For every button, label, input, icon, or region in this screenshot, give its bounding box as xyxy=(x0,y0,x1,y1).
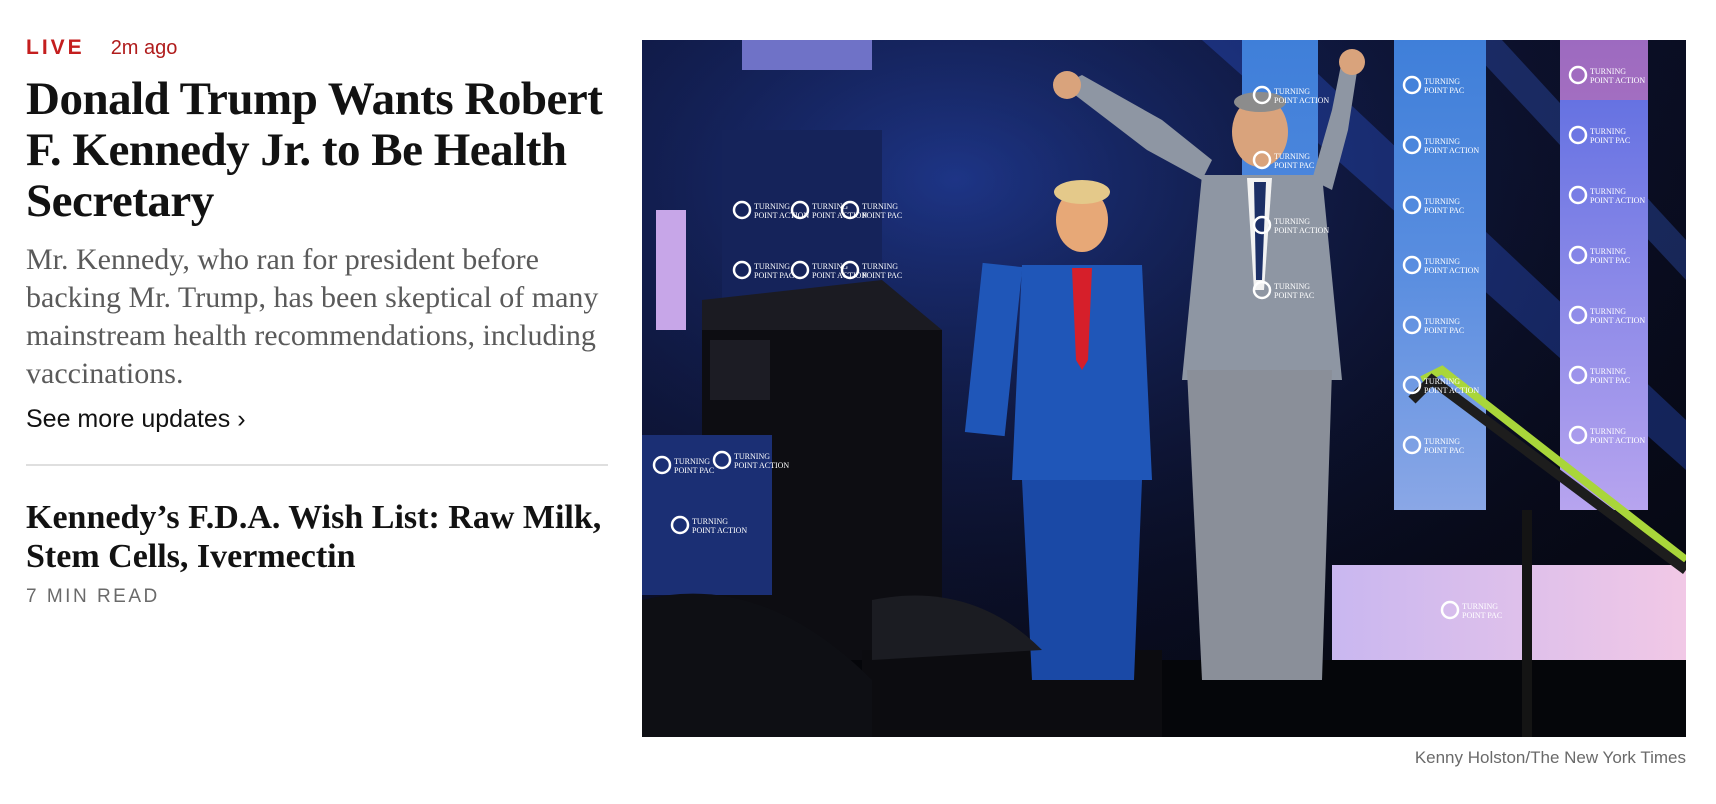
svg-text:POINT ACTION: POINT ACTION xyxy=(1590,316,1645,325)
svg-text:POINT PAC: POINT PAC xyxy=(1424,206,1464,215)
svg-text:TURNING: TURNING xyxy=(1590,427,1626,436)
svg-text:POINT PAC: POINT PAC xyxy=(862,211,902,220)
svg-text:TURNING: TURNING xyxy=(1274,152,1310,161)
svg-text:TURNING: TURNING xyxy=(1424,137,1460,146)
svg-text:TURNING: TURNING xyxy=(674,457,710,466)
svg-text:TURNING: TURNING xyxy=(1590,247,1626,256)
svg-text:POINT ACTION: POINT ACTION xyxy=(692,526,747,535)
svg-text:TURNING: TURNING xyxy=(754,202,790,211)
svg-text:TURNING: TURNING xyxy=(1590,187,1626,196)
svg-text:POINT ACTION: POINT ACTION xyxy=(812,211,867,220)
svg-text:POINT ACTION: POINT ACTION xyxy=(734,461,789,470)
stage-photo-illustration: TURNINGPOINT ACTIONTURNINGPOINT PACTURNI… xyxy=(642,40,1686,737)
svg-text:TURNING: TURNING xyxy=(1590,67,1626,76)
svg-text:TURNING: TURNING xyxy=(1274,282,1310,291)
svg-text:TURNING: TURNING xyxy=(1590,367,1626,376)
secondary-headline-link[interactable]: Kennedy’s F.D.A. Wish List: Raw Milk, St… xyxy=(26,498,608,576)
see-more-updates-link[interactable]: See more updates › xyxy=(26,405,246,434)
svg-text:TURNING: TURNING xyxy=(1424,437,1460,446)
svg-text:TURNING: TURNING xyxy=(734,452,770,461)
photo-credit: Kenny Holston/The New York Times xyxy=(1414,748,1686,767)
svg-text:POINT ACTION: POINT ACTION xyxy=(1274,226,1329,235)
svg-text:POINT PAC: POINT PAC xyxy=(754,271,794,280)
svg-text:POINT PAC: POINT PAC xyxy=(1424,86,1464,95)
live-indicator: LIVE 2m ago xyxy=(26,36,608,68)
svg-text:POINT PAC: POINT PAC xyxy=(1424,326,1464,335)
svg-text:TURNING: TURNING xyxy=(862,262,898,271)
svg-text:TURNING: TURNING xyxy=(1424,257,1460,266)
svg-text:TURNING: TURNING xyxy=(1424,377,1460,386)
svg-text:POINT PAC: POINT PAC xyxy=(1590,136,1630,145)
svg-text:TURNING: TURNING xyxy=(1274,87,1310,96)
svg-text:POINT ACTION: POINT ACTION xyxy=(1424,386,1479,395)
svg-text:TURNING: TURNING xyxy=(1590,127,1626,136)
divider xyxy=(26,464,608,466)
svg-text:TURNING: TURNING xyxy=(1462,602,1498,611)
svg-text:POINT PAC: POINT PAC xyxy=(674,466,714,475)
svg-text:TURNING: TURNING xyxy=(754,262,790,271)
svg-text:POINT PAC: POINT PAC xyxy=(1590,256,1630,265)
svg-text:POINT ACTION: POINT ACTION xyxy=(1590,196,1645,205)
read-time: 7 MIN READ xyxy=(26,586,160,607)
svg-text:POINT PAC: POINT PAC xyxy=(1462,611,1502,620)
svg-text:POINT PAC: POINT PAC xyxy=(1424,446,1464,455)
timestamp: 2m ago xyxy=(110,37,178,59)
lead-headline-link[interactable]: Donald Trump Wants Robert F. Kennedy Jr.… xyxy=(26,74,608,227)
svg-text:TURNING: TURNING xyxy=(862,202,898,211)
lead-photo[interactable]: TURNING POINT ACTION TURNING POINT PAC TURNI… xyxy=(642,40,1686,737)
svg-text:TURNING: TURNING xyxy=(1590,307,1626,316)
live-label: LIVE xyxy=(26,36,85,59)
svg-text:TURNING: TURNING xyxy=(1424,317,1460,326)
svg-text:POINT ACTION: POINT ACTION xyxy=(1590,436,1645,445)
lead-story: LIVE 2m ago Donald Trump Wants Robert F.… xyxy=(26,36,608,608)
svg-text:POINT ACTION: POINT ACTION xyxy=(1590,76,1645,85)
svg-text:POINT PAC: POINT PAC xyxy=(1274,161,1314,170)
svg-text:POINT ACTION: POINT ACTION xyxy=(1424,266,1479,275)
lead-summary: Mr. Kennedy, who ran for president befor… xyxy=(26,243,599,390)
svg-text:POINT ACTION: POINT ACTION xyxy=(812,271,867,280)
svg-text:TURNING: TURNING xyxy=(1424,77,1460,86)
svg-text:TURNING: TURNING xyxy=(692,517,728,526)
svg-text:POINT PAC: POINT PAC xyxy=(1590,376,1630,385)
svg-text:TURNING: TURNING xyxy=(1274,217,1310,226)
svg-text:TURNING: TURNING xyxy=(1424,197,1460,206)
svg-text:POINT ACTION: POINT ACTION xyxy=(1274,96,1329,105)
svg-text:POINT PAC: POINT PAC xyxy=(862,271,902,280)
svg-text:POINT ACTION: POINT ACTION xyxy=(1424,146,1479,155)
svg-text:POINT PAC: POINT PAC xyxy=(1274,291,1314,300)
